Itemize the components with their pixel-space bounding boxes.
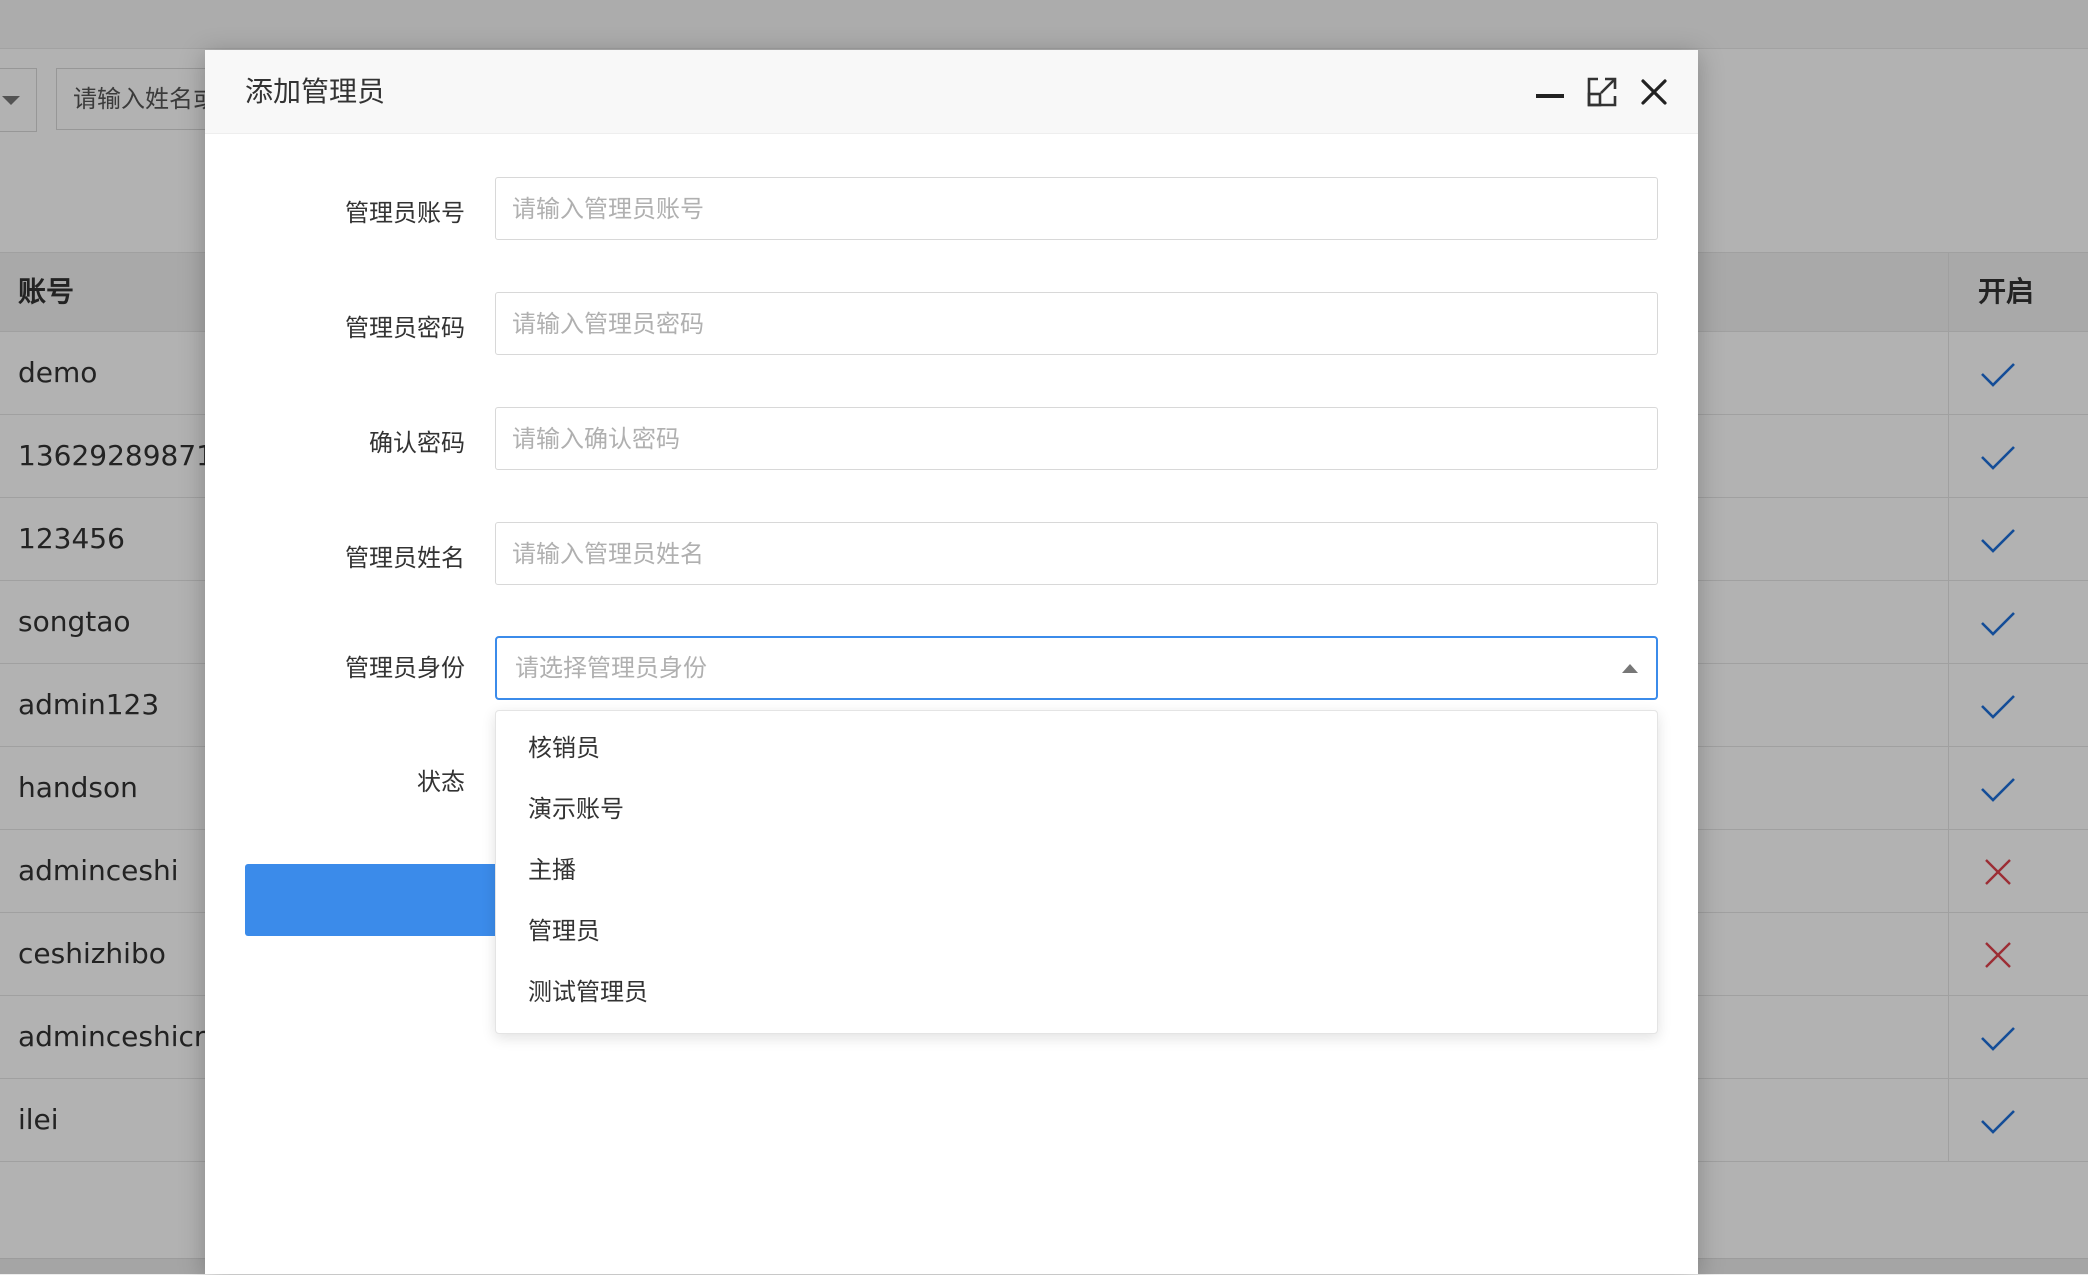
role-select-placeholder: 请选择管理员身份 <box>515 654 707 682</box>
dialog-header: 添加管理员 <box>205 50 1698 134</box>
admin-password-input[interactable] <box>495 292 1658 355</box>
field-label-password: 管理员密码 <box>345 314 465 342</box>
admin-name-input[interactable] <box>495 522 1658 585</box>
role-option[interactable]: 测试管理员 <box>496 962 1657 1023</box>
role-dropdown-menu: 核销员 演示账号 主播 管理员 测试管理员 <box>495 710 1658 1034</box>
add-admin-dialog: 添加管理员 管理员账号 管理员密码 确认密码 管理员姓名 管理员身份 请选择管理… <box>205 50 1698 1274</box>
field-label-account: 管理员账号 <box>345 199 465 227</box>
caret-up-icon <box>1622 664 1638 673</box>
close-icon[interactable] <box>1634 72 1674 112</box>
field-label-name: 管理员姓名 <box>345 544 465 572</box>
minimize-icon[interactable] <box>1530 72 1570 112</box>
dialog-title: 添加管理员 <box>245 75 386 108</box>
admin-account-input[interactable] <box>495 177 1658 240</box>
role-option[interactable]: 管理员 <box>496 901 1657 962</box>
confirm-password-input[interactable] <box>495 407 1658 470</box>
field-label-role: 管理员身份 <box>345 654 465 682</box>
role-option[interactable]: 演示账号 <box>496 779 1657 840</box>
role-option[interactable]: 主播 <box>496 840 1657 901</box>
role-select[interactable]: 请选择管理员身份 <box>495 636 1658 700</box>
field-label-confirm: 确认密码 <box>369 429 465 457</box>
field-label-status: 状态 <box>417 768 465 796</box>
role-option[interactable]: 核销员 <box>496 718 1657 779</box>
maximize-icon[interactable] <box>1582 72 1622 112</box>
